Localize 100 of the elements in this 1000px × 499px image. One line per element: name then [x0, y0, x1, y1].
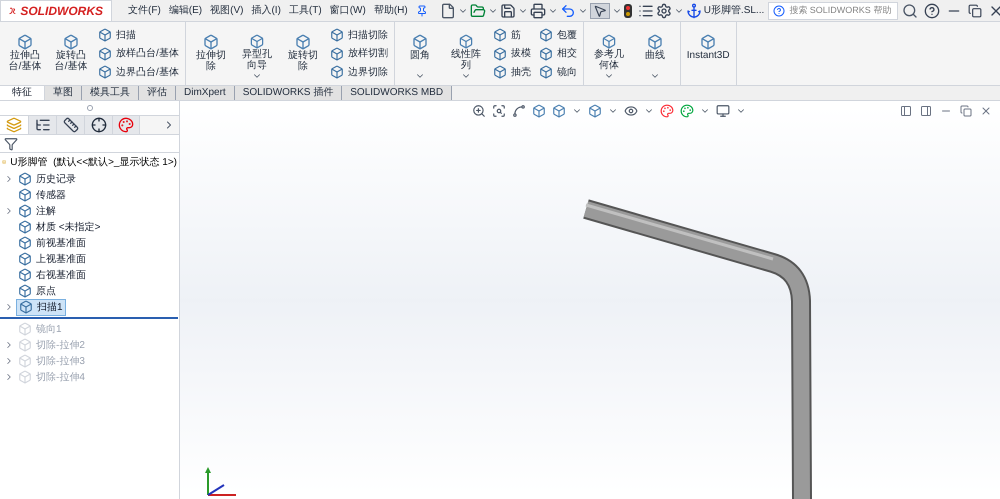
zoom-icon[interactable] [472, 104, 486, 118]
tree-item[interactable]: 扫描1 [16, 298, 66, 316]
zoom-area-icon[interactable] [492, 104, 506, 118]
menu-item[interactable]: 帮助(H) [374, 3, 408, 18]
feature-icon [18, 172, 32, 186]
ribbon-command[interactable]: Instant3D [686, 26, 730, 81]
menu-item[interactable]: 视图(V) [210, 3, 244, 18]
tree-item[interactable]: 历史记录 [16, 172, 78, 186]
property-manager-tab[interactable] [28, 116, 56, 134]
new-document-icon[interactable] [440, 2, 456, 18]
cube-icon [98, 28, 112, 42]
pointer-icon [592, 4, 607, 18]
search-icon[interactable] [902, 2, 918, 18]
cube-icon [492, 65, 507, 79]
eye-icon[interactable] [624, 104, 638, 118]
panel-left-icon[interactable] [900, 105, 912, 117]
cube-icon [600, 34, 617, 49]
ribbon-command[interactable]: 边界切除 [330, 65, 388, 79]
open-folder-icon[interactable] [470, 2, 486, 18]
feature-icon [18, 188, 32, 202]
traffic-light-icon[interactable] [624, 4, 632, 18]
ribbon-tab[interactable]: 模具工具 [82, 86, 139, 100]
ribbon-command[interactable]: 放样切割 [330, 46, 388, 60]
ribbon-command[interactable]: 拉伸切除 [192, 26, 230, 81]
pin-icon[interactable] [416, 4, 428, 16]
tree-item[interactable]: 上视基准面 [16, 252, 88, 266]
select-button[interactable] [590, 2, 610, 18]
ribbon-command[interactable]: 扫描切除 [330, 28, 388, 42]
ribbon-tab[interactable]: 草图 [45, 86, 82, 100]
cube-icon [458, 34, 474, 49]
panel-right-icon[interactable] [920, 105, 932, 117]
ribbon-tab[interactable]: 评估 [139, 86, 176, 100]
palette-icon[interactable] [660, 104, 674, 118]
settings-icon[interactable] [656, 2, 672, 18]
ribbon-command[interactable]: 扫描 [98, 28, 179, 42]
ribbon-command[interactable]: 线性阵列 [446, 26, 485, 81]
filter-icon[interactable] [4, 136, 18, 150]
ribbon-tab[interactable]: DimXpert [176, 86, 235, 100]
ribbon-command[interactable]: 边界凸台/基体 [98, 65, 179, 79]
tree-root[interactable]: U形脚管 (默认<<默认>_显示状态 1>) [10, 154, 177, 170]
undo-icon[interactable] [560, 2, 576, 18]
ribbon-command[interactable]: 拉伸凸台/基体 [6, 26, 44, 81]
tree-item[interactable]: 原点 [16, 284, 58, 298]
cube-icon[interactable] [588, 104, 602, 118]
ribbon-command[interactable]: 异型孔向导 [238, 26, 276, 81]
save-icon[interactable] [500, 2, 516, 18]
feature-icon [18, 354, 32, 368]
ribbon-tab[interactable]: 特征 [0, 86, 45, 100]
tree-item[interactable]: 材质 <未指定> [16, 220, 102, 234]
list-icon[interactable] [638, 2, 654, 18]
crosshair-tab[interactable] [84, 116, 112, 134]
tree-item[interactable]: 右视基准面 [16, 268, 88, 282]
search-field[interactable]: 搜索 SOLIDWORKS 帮助 [768, 2, 898, 20]
restore-icon[interactable] [968, 4, 982, 18]
printer-icon[interactable] [530, 2, 546, 18]
palette-icon[interactable] [680, 104, 694, 118]
ribbon-command[interactable]: 镜向 [538, 65, 577, 79]
cube-icon [63, 34, 79, 50]
tree-item[interactable]: 前视基准面 [16, 236, 88, 250]
ribbon-command[interactable]: 参考几何体 [590, 26, 628, 81]
menu-item[interactable]: 编辑(E) [168, 3, 202, 18]
app-logo[interactable]: SOLIDWORKS [0, 0, 112, 22]
cube-icon [248, 34, 265, 49]
ribbon-command[interactable]: 圆角 [400, 26, 439, 81]
monitor-icon[interactable] [716, 104, 730, 118]
restore-icon[interactable] [960, 105, 972, 117]
ribbon-command[interactable]: 拔模 [492, 46, 531, 60]
close-icon[interactable] [980, 105, 992, 117]
panel-grip-icon[interactable] [86, 105, 92, 111]
cube-icon[interactable] [532, 104, 546, 118]
ribbon-command[interactable]: 放样凸台/基体 [98, 46, 179, 60]
search-input[interactable]: 搜索 SOLIDWORKS 帮助 [789, 4, 894, 18]
ribbon-tab[interactable]: SOLIDWORKS MBD [342, 86, 452, 100]
layers-icon [6, 117, 22, 133]
appearance-tab[interactable] [112, 116, 140, 134]
cube-icon [646, 34, 663, 50]
list-icon [34, 117, 50, 133]
feature-icon [18, 236, 32, 250]
menu-item[interactable]: 插入(I) [251, 3, 281, 18]
ribbon-command[interactable]: 筋 [492, 28, 531, 42]
cube-icon[interactable] [552, 104, 566, 118]
feature-icon [18, 370, 32, 384]
feature-icon [18, 204, 32, 218]
ribbon-tab[interactable]: SOLIDWORKS 插件 [234, 86, 342, 100]
tree-item[interactable]: 传感器 [16, 188, 68, 202]
ribbon-command[interactable]: 抽壳 [492, 65, 531, 79]
menu-item[interactable]: 工具(T) [288, 3, 322, 18]
feature-icon [18, 284, 32, 298]
ribbon-command[interactable]: 旋转凸台/基体 [52, 26, 90, 81]
feature-icon [18, 322, 32, 336]
help-icon[interactable] [924, 2, 940, 18]
configuration-tab[interactable] [56, 116, 84, 134]
ribbon-command[interactable]: 旋转切除 [284, 26, 322, 81]
menu-item[interactable]: 窗口(W) [330, 3, 366, 18]
ribbon-command[interactable]: 曲线 [636, 26, 674, 81]
menu-item[interactable]: 文件(F) [128, 3, 161, 18]
tree-item[interactable]: 注解 [16, 204, 58, 218]
anchor-icon[interactable] [686, 2, 702, 18]
ribbon-command[interactable]: 相交 [538, 46, 577, 60]
ribbon-command[interactable]: 包覆 [538, 28, 577, 42]
